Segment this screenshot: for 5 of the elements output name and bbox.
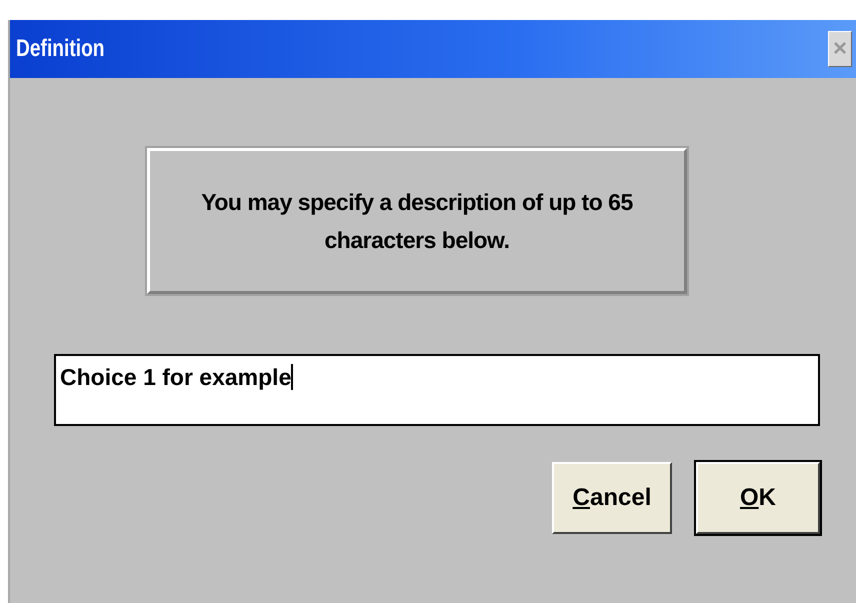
ok-button[interactable]: OK: [696, 462, 820, 534]
description-field[interactable]: Choice 1 for example: [54, 354, 820, 426]
window-title: Definition: [16, 35, 105, 63]
message-panel: You may specify a description of up to 65 characters below.: [147, 148, 687, 294]
cancel-button[interactable]: Cancel: [552, 462, 672, 534]
